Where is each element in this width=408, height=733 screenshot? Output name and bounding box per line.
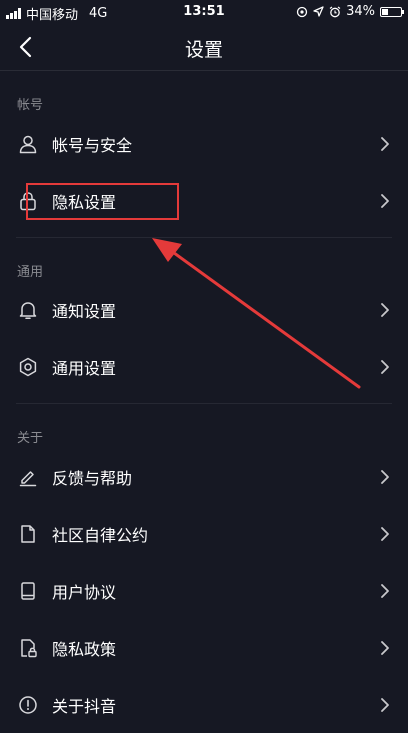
settings-item-label: 用户协议 [52, 583, 117, 602]
settings-item-label: 反馈与帮助 [52, 469, 133, 488]
settings-item-community-guidelines[interactable]: 社区自律公约 [0, 509, 408, 559]
settings-item-label: 关于抖音 [52, 697, 117, 716]
chevron-right-icon [381, 303, 389, 317]
person-icon [17, 133, 39, 155]
section-header-about: 关于 [17, 431, 44, 446]
settings-item-label: 通知设置 [52, 302, 117, 321]
settings-item-feedback-help[interactable]: 反馈与帮助 [0, 452, 408, 502]
lock-icon [17, 190, 39, 212]
bell-icon [17, 299, 39, 321]
settings-item-privacy-policy[interactable]: 隐私政策 [0, 623, 408, 673]
info-icon [17, 694, 39, 716]
location-icon [313, 6, 324, 17]
nav-bar: 设置 [0, 24, 408, 71]
chevron-right-icon [381, 584, 389, 598]
settings-item-label: 帐号与安全 [52, 136, 133, 155]
chevron-right-icon [381, 360, 389, 374]
page-title: 设置 [184, 39, 223, 61]
battery-percent: 34% [346, 4, 375, 19]
settings-item-about-douyin[interactable]: 关于抖音 [0, 680, 408, 730]
settings-item-account-security[interactable]: 帐号与安全 [0, 119, 408, 169]
settings-item-label: 社区自律公约 [52, 526, 149, 545]
status-bar-right: 34% [296, 4, 404, 19]
battery-level [382, 8, 389, 15]
settings-item-label: 通用设置 [52, 359, 117, 378]
chevron-right-icon [381, 194, 389, 208]
section-divider [16, 403, 392, 404]
settings-item-label: 隐私设置 [52, 193, 117, 212]
privacy-document-icon [17, 637, 39, 659]
gear-icon [17, 356, 39, 378]
alarm-icon [329, 6, 341, 18]
orientation-lock-icon [296, 6, 308, 18]
chevron-right-icon [381, 470, 389, 484]
chevron-right-icon [381, 137, 389, 151]
settings-item-label: 隐私政策 [52, 640, 117, 659]
document-icon [17, 523, 39, 545]
chevron-right-icon [381, 527, 389, 541]
book-icon [17, 580, 39, 602]
section-header-account: 帐号 [17, 98, 44, 113]
section-header-general: 通用 [17, 265, 44, 280]
edit-icon [17, 466, 39, 488]
status-bar: 中国移动 4G 13:51 34% [0, 0, 408, 24]
settings-item-user-agreement[interactable]: 用户协议 [0, 566, 408, 616]
battery-icon [380, 6, 404, 17]
settings-item-privacy-settings[interactable]: 隐私设置 [0, 176, 408, 226]
settings-item-notification-settings[interactable]: 通知设置 [0, 285, 408, 335]
chevron-right-icon [381, 641, 389, 655]
section-divider [16, 237, 392, 238]
settings-item-general-settings[interactable]: 通用设置 [0, 342, 408, 392]
chevron-right-icon [381, 698, 389, 712]
